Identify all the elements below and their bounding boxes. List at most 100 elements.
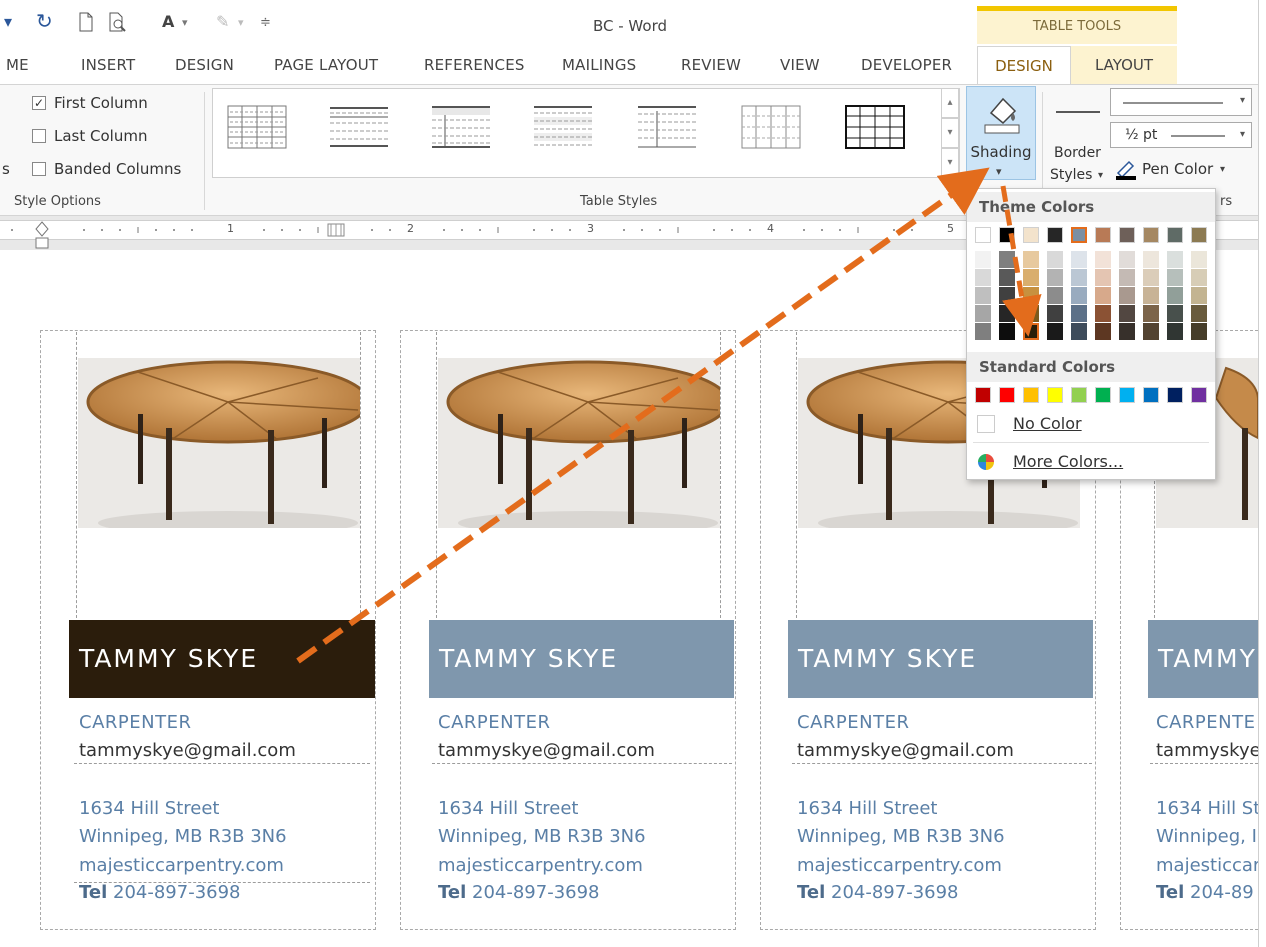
tab-references[interactable]: REFERENCES: [424, 56, 525, 74]
theme-tint-swatch[interactable]: [1047, 269, 1063, 286]
theme-tint-swatch[interactable]: [1143, 323, 1159, 340]
shading-button[interactable]: Shading ▾: [966, 86, 1036, 180]
theme-color-swatch[interactable]: [1191, 227, 1207, 243]
theme-tint-swatch[interactable]: [1191, 287, 1207, 304]
theme-color-swatch[interactable]: [999, 227, 1015, 243]
theme-tint-swatch[interactable]: [999, 323, 1015, 340]
table-style-plain-1[interactable]: [329, 105, 389, 149]
theme-tint-swatch[interactable]: [1095, 323, 1111, 340]
theme-tint-swatch[interactable]: [1119, 251, 1135, 268]
pen-style-select[interactable]: ▾: [1110, 88, 1252, 116]
new-document-icon[interactable]: [78, 12, 94, 32]
theme-color-swatch[interactable]: [1143, 227, 1159, 243]
theme-tint-swatch[interactable]: [1095, 287, 1111, 304]
table-style-plain-4[interactable]: [637, 105, 697, 149]
banded-columns-checkbox[interactable]: [32, 162, 46, 176]
name-bar[interactable]: TAMMY: [1148, 620, 1258, 698]
font-color-icon[interactable]: A: [162, 12, 174, 31]
theme-tint-swatch[interactable]: [1023, 251, 1039, 268]
tab-design[interactable]: DESIGN: [175, 56, 234, 74]
tab-table-design[interactable]: DESIGN: [977, 46, 1071, 84]
theme-tint-swatch[interactable]: [1071, 269, 1087, 286]
theme-color-swatch[interactable]: [1071, 227, 1087, 243]
tab-insert[interactable]: INSERT: [81, 56, 135, 74]
theme-tint-swatch[interactable]: [1143, 287, 1159, 304]
last-column-option[interactable]: Last Column: [32, 127, 147, 145]
standard-color-swatch[interactable]: [1047, 387, 1063, 403]
standard-color-swatch[interactable]: [1143, 387, 1159, 403]
no-color-option[interactable]: No Color: [967, 407, 1215, 441]
highlight-icon[interactable]: ✎: [216, 12, 229, 31]
theme-tint-swatch[interactable]: [1191, 251, 1207, 268]
border-styles-label-1[interactable]: Border: [1054, 145, 1101, 161]
standard-color-swatch[interactable]: [1119, 387, 1135, 403]
theme-tint-swatch[interactable]: [1167, 287, 1183, 304]
standard-color-swatch[interactable]: [975, 387, 991, 403]
gallery-more[interactable]: ▾: [941, 148, 959, 178]
theme-tint-swatch[interactable]: [1167, 323, 1183, 340]
theme-tint-swatch[interactable]: [1047, 323, 1063, 340]
table-photo[interactable]: [438, 358, 720, 528]
tab-mailings[interactable]: MAILINGS: [562, 56, 636, 74]
theme-tint-swatch[interactable]: [1191, 305, 1207, 322]
theme-tint-swatch[interactable]: [1143, 305, 1159, 322]
tab-page-layout[interactable]: PAGE LAYOUT: [274, 56, 378, 74]
theme-tint-swatch[interactable]: [975, 287, 991, 304]
tab-view[interactable]: VIEW: [780, 56, 820, 74]
theme-tint-swatch[interactable]: [1143, 269, 1159, 286]
theme-tint-swatch[interactable]: [1119, 287, 1135, 304]
font-color-dropdown-icon[interactable]: ▾: [182, 16, 188, 29]
theme-tint-swatch[interactable]: [1047, 251, 1063, 268]
theme-tint-swatch[interactable]: [1023, 323, 1039, 340]
theme-tint-swatch[interactable]: [1047, 287, 1063, 304]
table-style-grid-dark[interactable]: [845, 105, 905, 149]
theme-color-swatch[interactable]: [1119, 227, 1135, 243]
highlight-dropdown-icon[interactable]: ▾: [238, 16, 244, 29]
banded-columns-option[interactable]: Banded Columns: [32, 160, 181, 178]
standard-color-swatch[interactable]: [1167, 387, 1183, 403]
theme-color-swatch[interactable]: [1167, 227, 1183, 243]
gallery-scroll-down[interactable]: ▾: [941, 118, 959, 148]
pen-color-icon[interactable]: [1114, 158, 1138, 180]
name-bar[interactable]: TAMMY SKYE: [788, 620, 1093, 698]
theme-tint-swatch[interactable]: [1167, 305, 1183, 322]
theme-tint-swatch[interactable]: [1143, 251, 1159, 268]
theme-tint-swatch[interactable]: [1023, 305, 1039, 322]
pen-weight-select[interactable]: ½ pt ▾: [1110, 122, 1252, 148]
theme-tint-swatch[interactable]: [1023, 287, 1039, 304]
theme-tint-swatch[interactable]: [1095, 305, 1111, 322]
theme-color-swatch[interactable]: [1023, 227, 1039, 243]
theme-tint-swatch[interactable]: [1071, 251, 1087, 268]
print-preview-icon[interactable]: [108, 12, 128, 32]
theme-tint-swatch[interactable]: [1047, 305, 1063, 322]
theme-tint-swatch[interactable]: [999, 251, 1015, 268]
standard-color-swatch[interactable]: [1095, 387, 1111, 403]
theme-tint-swatch[interactable]: [1167, 269, 1183, 286]
theme-tint-swatch[interactable]: [1095, 269, 1111, 286]
table-style-grid-2[interactable]: [741, 105, 801, 149]
theme-color-swatch[interactable]: [1095, 227, 1111, 243]
theme-tint-swatch[interactable]: [1191, 269, 1207, 286]
theme-tint-swatch[interactable]: [1119, 323, 1135, 340]
theme-tint-swatch[interactable]: [1071, 305, 1087, 322]
table-style-plain-3[interactable]: [533, 105, 593, 149]
pen-color-dropdown-icon[interactable]: ▾: [1220, 164, 1225, 175]
theme-tint-swatch[interactable]: [1023, 269, 1039, 286]
table-style-plain-2[interactable]: [431, 105, 491, 149]
theme-color-swatch[interactable]: [1047, 227, 1063, 243]
name-bar[interactable]: TAMMY SKYE: [69, 620, 375, 698]
last-column-checkbox[interactable]: [32, 129, 46, 143]
first-column-checkbox[interactable]: ✓: [32, 96, 46, 110]
redo-icon[interactable]: ↻: [36, 9, 53, 33]
theme-tint-swatch[interactable]: [999, 287, 1015, 304]
pen-color-label[interactable]: Pen Color: [1142, 160, 1213, 178]
theme-tint-swatch[interactable]: [999, 269, 1015, 286]
tab-table-layout[interactable]: LAYOUT: [1071, 46, 1177, 84]
theme-tint-swatch[interactable]: [1119, 305, 1135, 322]
standard-color-swatch[interactable]: [1023, 387, 1039, 403]
table-style-grid-light[interactable]: [227, 105, 287, 149]
customize-qat-icon[interactable]: ≑: [260, 15, 271, 30]
theme-tint-swatch[interactable]: [1119, 269, 1135, 286]
theme-tint-swatch[interactable]: [1071, 323, 1087, 340]
theme-tint-swatch[interactable]: [1191, 323, 1207, 340]
